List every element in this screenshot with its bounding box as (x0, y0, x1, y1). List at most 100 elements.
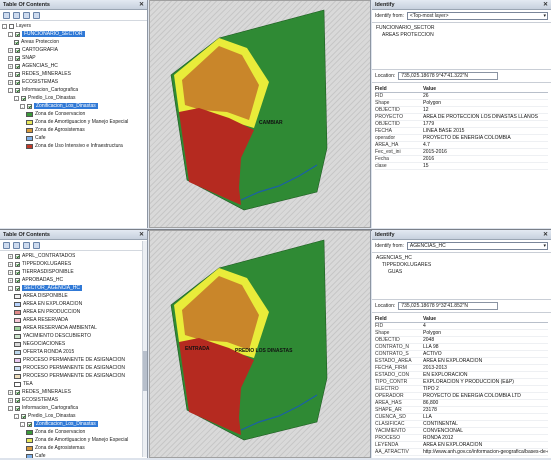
expand-toggle-icon[interactable]: + (8, 79, 13, 85)
layer-row[interactable]: Cafe (2, 452, 147, 458)
expand-toggle-icon[interactable]: + (8, 277, 13, 283)
layer-row[interactable]: - Predio_Los_Dinastas (2, 94, 147, 102)
layer-visibility-checkbox[interactable] (15, 63, 20, 69)
layer-row[interactable]: Zona de Uso Intensivo e Infraestructura (2, 142, 147, 150)
layer-row[interactable]: - Informacion_Cartografica (2, 86, 147, 94)
identify-tree-node[interactable]: GUAS (376, 269, 547, 276)
identify-tree-node[interactable]: FUNCIONARIO_SECTOR (376, 25, 547, 32)
expand-toggle-icon[interactable]: - (8, 405, 13, 411)
layer-row[interactable]: PROCESO PERMANENTE DE ASIGNACION (2, 356, 147, 364)
expand-toggle-icon[interactable]: - (8, 285, 13, 291)
scrollbar-thumb[interactable] (143, 351, 147, 391)
layer-row[interactable]: + ECOSISTEMAS (2, 78, 147, 86)
layer-row[interactable]: OFERTA RONDA 2015 (2, 348, 147, 356)
close-icon[interactable]: ✕ (139, 1, 144, 8)
layer-visibility-checkbox[interactable] (27, 103, 32, 109)
layer-row[interactable]: - Predio_Los_Dinastas (2, 412, 147, 420)
layer-row[interactable]: Areas Proteccion (2, 38, 147, 46)
layer-row[interactable]: - SECTOR_AGENCIA_HC (2, 284, 147, 292)
expand-toggle-icon[interactable]: - (14, 95, 19, 101)
close-icon[interactable]: ✕ (543, 231, 548, 238)
expand-toggle-icon[interactable]: + (8, 47, 13, 53)
layer-row[interactable]: Zona de Agrosistemas (2, 126, 147, 134)
layer-row[interactable]: + APRL_CONTRATADOS (2, 252, 147, 260)
identify-tree-node[interactable]: AREAS PROTECCION (376, 32, 547, 39)
close-icon[interactable]: ✕ (139, 231, 144, 238)
expand-toggle-icon[interactable]: - (8, 87, 13, 93)
map-view[interactable]: CAMBIAR (149, 0, 371, 228)
layer-row[interactable]: AREA EN PRODUCCION (2, 308, 147, 316)
layer-visibility-checkbox[interactable] (15, 277, 20, 283)
list-by-selection-icon[interactable] (33, 12, 40, 19)
expand-toggle-icon[interactable]: + (8, 261, 13, 267)
layer-row[interactable]: NEGOCIACIONES (2, 340, 147, 348)
expand-toggle-icon[interactable]: + (8, 389, 13, 395)
layer-visibility-checkbox[interactable] (15, 31, 20, 37)
layer-row[interactable]: - FUNCIONARIO_SECTOR (2, 30, 147, 38)
layer-row[interactable]: - Informacion_Cartografica (2, 404, 147, 412)
layer-row[interactable]: + APROBADAS_HC (2, 276, 147, 284)
layer-visibility-checkbox[interactable] (15, 285, 20, 291)
layer-row[interactable]: Zona de Agrosistemas (2, 444, 147, 452)
layer-visibility-checkbox[interactable] (15, 397, 20, 403)
layer-row[interactable]: AREA RESERVADA (2, 316, 147, 324)
expand-toggle-icon[interactable]: + (8, 397, 13, 403)
layer-row[interactable]: AREA EN EXPLORACION (2, 300, 147, 308)
list-by-drawing-order-icon[interactable] (3, 242, 10, 249)
layer-row[interactable]: Zona de Amortiguacion y Manejo Especial (2, 436, 147, 444)
expand-toggle-icon[interactable]: + (8, 253, 13, 259)
expand-toggle-icon[interactable]: - (8, 31, 13, 37)
layer-visibility-checkbox[interactable] (15, 87, 20, 93)
map-view[interactable]: ENTRADA PREDIO LOS DINASTAS (149, 230, 371, 458)
identify-tree-node[interactable]: TIPPEDOKLUGARES (376, 262, 547, 269)
expand-toggle-icon[interactable]: + (8, 269, 13, 275)
layer-row[interactable]: + TIERRASDISPONIBLE (2, 268, 147, 276)
layer-visibility-checkbox[interactable] (15, 47, 20, 53)
layer-visibility-checkbox[interactable] (15, 261, 20, 267)
layer-row[interactable]: Zona de Conservacion (2, 110, 147, 118)
layer-row[interactable]: + SNAP (2, 54, 147, 62)
layer-row[interactable]: + CARTOGRAFIA (2, 46, 147, 54)
expand-toggle-icon[interactable]: - (2, 23, 7, 29)
list-by-visibility-icon[interactable] (23, 242, 30, 249)
layer-row[interactable]: Cafe (2, 134, 147, 142)
layer-visibility-checkbox[interactable] (14, 39, 19, 45)
identify-from-dropdown[interactable]: <Top-most layer> (406, 12, 548, 20)
layer-row[interactable]: PROCESO PERMANENTE DE ASIGNACION (2, 364, 147, 372)
layer-row[interactable]: + ECOSISTEMAS (2, 396, 147, 404)
list-by-source-icon[interactable] (13, 242, 20, 249)
layer-visibility-checkbox[interactable] (15, 405, 20, 411)
layer-row[interactable]: PROCESO PERMANENTE DE ASIGNACION (2, 372, 147, 380)
close-icon[interactable]: ✕ (543, 1, 548, 8)
toc-scrollbar[interactable] (142, 241, 147, 457)
expand-toggle-icon[interactable]: - (20, 421, 25, 427)
expand-toggle-icon[interactable]: - (14, 413, 19, 419)
list-by-visibility-icon[interactable] (23, 12, 30, 19)
identify-tree-node[interactable]: AGENCIAS_HC (376, 255, 547, 262)
layer-visibility-checkbox[interactable] (15, 389, 20, 395)
layer-row[interactable]: - Zonificacion_Los_Dinastas (2, 102, 147, 110)
layer-row[interactable]: Zona de Amortiguacion y Manejo Especial (2, 118, 147, 126)
layer-row[interactable]: + REDES_MINERALES (2, 388, 147, 396)
layer-visibility-checkbox[interactable] (9, 23, 14, 29)
list-by-selection-icon[interactable] (33, 242, 40, 249)
layer-row[interactable]: + AGENCIAS_HC (2, 62, 147, 70)
expand-toggle-icon[interactable]: - (20, 103, 25, 109)
layer-row[interactable]: - Zonificacion_Los_Dinastas (2, 420, 147, 428)
layer-row[interactable]: AREA RESERVADA AMBIENTAL (2, 324, 147, 332)
layer-row[interactable]: AREA DISPONIBLE (2, 292, 147, 300)
layer-visibility-checkbox[interactable] (15, 269, 20, 275)
layer-row[interactable]: + REDES_MINERALES (2, 70, 147, 78)
expand-toggle-icon[interactable]: + (8, 63, 13, 69)
list-by-drawing-order-icon[interactable] (3, 12, 10, 19)
expand-toggle-icon[interactable]: + (8, 71, 13, 77)
layer-visibility-checkbox[interactable] (21, 413, 26, 419)
layer-row[interactable]: - Layers (2, 22, 147, 30)
layer-visibility-checkbox[interactable] (21, 95, 26, 101)
layer-visibility-checkbox[interactable] (15, 71, 20, 77)
layer-row[interactable]: YACIMIENTO DESCUBIERTO (2, 332, 147, 340)
layer-visibility-checkbox[interactable] (15, 79, 20, 85)
layer-visibility-checkbox[interactable] (15, 253, 20, 259)
identify-from-dropdown[interactable]: AGENCIAS_HC (406, 242, 548, 250)
layer-row[interactable]: + TIPPEDOKLUGARES (2, 260, 147, 268)
